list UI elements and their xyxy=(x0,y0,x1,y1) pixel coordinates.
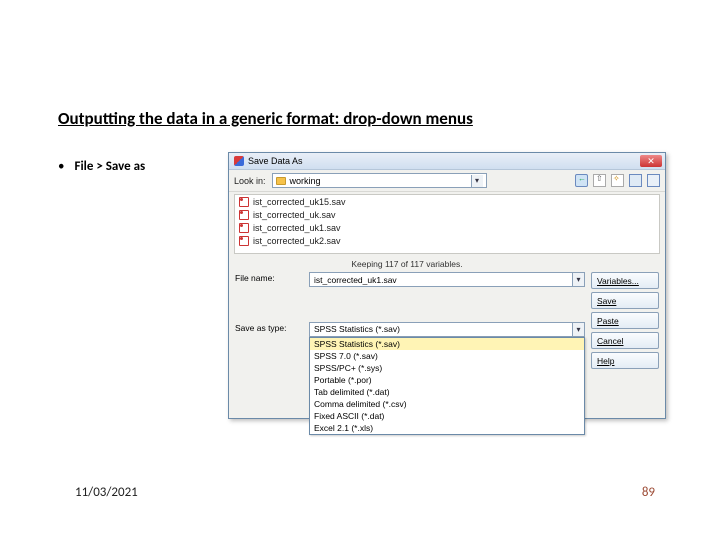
slide-date: 11/03/2021 xyxy=(75,485,138,500)
type-option[interactable]: Fixed ASCII (*.dat) xyxy=(310,410,584,422)
file-name-input[interactable]: ist_corrected_uk1.sav xyxy=(309,272,585,287)
dialog-title: Save Data As xyxy=(248,156,303,166)
type-option[interactable]: Portable (*.por) xyxy=(310,374,584,386)
file-row[interactable]: ist_corrected_uk1.sav xyxy=(235,221,659,234)
view-details-button[interactable] xyxy=(647,174,660,187)
up-one-level-button[interactable] xyxy=(593,174,606,187)
sav-file-icon xyxy=(239,223,249,233)
close-button[interactable]: ✕ xyxy=(640,155,662,167)
chevron-down-icon[interactable] xyxy=(572,323,584,336)
file-row[interactable]: ist_corrected_uk15.sav xyxy=(235,195,659,208)
save-as-type-dropdown[interactable]: SPSS Statistics (*.sav) SPSS 7.0 (*.sav)… xyxy=(309,337,585,435)
slide-title: Outputting the data in a generic format:… xyxy=(58,108,662,129)
file-list-pane[interactable]: ist_corrected_uk15.sav ist_corrected_uk.… xyxy=(234,194,660,254)
sav-file-icon xyxy=(239,236,249,246)
cancel-button[interactable]: Cancel xyxy=(591,332,659,349)
keeping-variables-text: Keeping 117 of 117 variables. xyxy=(229,254,665,269)
type-option[interactable]: Tab delimited (*.dat) xyxy=(310,386,584,398)
save-as-type-combo[interactable]: SPSS Statistics (*.sav) SPSS Statistics … xyxy=(309,322,585,337)
help-button[interactable]: Help xyxy=(591,352,659,369)
save-as-type-label: Save as type: xyxy=(235,322,303,333)
save-button[interactable]: Save xyxy=(591,292,659,309)
save-dialog: Save Data As ✕ Look in: working ist_corr… xyxy=(228,152,666,419)
type-option[interactable]: SPSS 7.0 (*.sav) xyxy=(310,350,584,362)
type-option[interactable]: SPSS Statistics (*.sav) xyxy=(310,338,584,350)
app-icon xyxy=(234,156,244,166)
sav-file-icon xyxy=(239,197,249,207)
chevron-down-icon[interactable] xyxy=(471,175,483,187)
bullet-file-save-as: File > Save as xyxy=(58,159,145,174)
paste-button[interactable]: Paste xyxy=(591,312,659,329)
back-button[interactable] xyxy=(575,174,588,187)
dialog-toolbar: Look in: working xyxy=(229,170,665,192)
dialog-titlebar[interactable]: Save Data As ✕ xyxy=(229,153,665,170)
look-in-value: working xyxy=(290,176,321,186)
file-name-label: File name: xyxy=(235,272,303,283)
view-list-button[interactable] xyxy=(629,174,642,187)
sav-file-icon xyxy=(239,210,249,220)
file-row[interactable]: ist_corrected_uk2.sav xyxy=(235,234,659,247)
variables-button[interactable]: Variables... xyxy=(591,272,659,289)
type-option[interactable]: Excel 2.1 (*.xls) xyxy=(310,422,584,434)
chevron-down-icon[interactable] xyxy=(572,273,584,286)
type-option[interactable]: SPSS/PC+ (*.sys) xyxy=(310,362,584,374)
look-in-combo[interactable]: working xyxy=(272,173,487,188)
folder-icon xyxy=(276,177,286,185)
file-row[interactable]: ist_corrected_uk.sav xyxy=(235,208,659,221)
new-folder-button[interactable] xyxy=(611,174,624,187)
slide-number: 89 xyxy=(642,485,655,500)
look-in-label: Look in: xyxy=(234,176,266,186)
type-option[interactable]: Comma delimited (*.csv) xyxy=(310,398,584,410)
close-icon: ✕ xyxy=(647,157,655,166)
